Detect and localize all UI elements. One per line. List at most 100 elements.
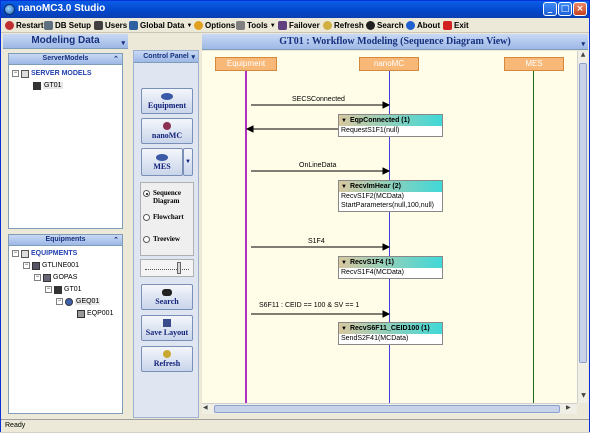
app-icon — [4, 4, 15, 15]
users-icon — [94, 21, 103, 30]
collapse-toggle-icon[interactable]: − — [45, 286, 52, 293]
activity-line: StartParameters(null,100,null) — [341, 202, 434, 209]
equipment-icon — [77, 309, 85, 318]
pin-icon[interactable]: ▾ — [191, 52, 195, 63]
server-models-panel: ServerModels ⌃ − SERVER MODELS GT01 — [8, 53, 123, 229]
status-bar: Ready — [1, 419, 589, 432]
flowchart-radio[interactable]: Flowchart — [143, 213, 184, 221]
refresh-panel-button[interactable]: Refresh — [141, 346, 193, 372]
activity-box[interactable]: ▼ RecvS1F4 (1) RecvS1F4(MCData) — [338, 256, 443, 279]
horizontal-scrollbar[interactable]: ◀ ▶ — [202, 403, 577, 414]
zoom-slider[interactable] — [140, 259, 194, 277]
nanomc-icon — [163, 122, 171, 130]
collapse-toggle-icon[interactable]: − — [12, 70, 19, 77]
options-button[interactable]: Options — [194, 19, 235, 32]
collapse-toggle-icon[interactable]: − — [12, 250, 19, 257]
exit-button[interactable]: Exit — [443, 19, 469, 32]
lifeline-header-equipment[interactable]: Equipment — [215, 57, 277, 71]
message-label: S6F11 : CEID == 100 & SV == 1 — [259, 302, 360, 309]
scroll-up-icon[interactable]: ▲ — [578, 51, 588, 61]
radio-icon — [143, 236, 150, 243]
minimize-button[interactable]: _ — [543, 2, 557, 16]
pin-icon[interactable]: ▾ — [121, 37, 125, 51]
tree-node-server-models[interactable]: − SERVER MODELS — [12, 68, 92, 79]
global-data-icon — [129, 21, 138, 30]
collapse-toggle-icon[interactable]: − — [34, 274, 41, 281]
message-label: S1F4 — [308, 238, 325, 245]
sequence-diagram-radio[interactable]: Sequence Diagram — [143, 189, 181, 205]
collapse-triangle-icon[interactable]: ▼ — [341, 260, 347, 266]
scroll-thumb-h[interactable] — [214, 405, 560, 413]
modeling-data-header: Modeling Data ▾ — [3, 34, 128, 49]
collapse-icon[interactable]: ⌃ — [113, 236, 119, 246]
collapse-triangle-icon[interactable]: ▼ — [341, 118, 347, 124]
global-data-menu[interactable]: Global Data ▼ — [129, 19, 192, 32]
radio-selected-icon — [143, 190, 150, 197]
close-button[interactable]: × — [573, 2, 587, 16]
vertical-scrollbar[interactable]: ▲ ▼ — [577, 51, 588, 403]
save-layout-button[interactable]: Save Layout — [141, 315, 193, 341]
tree-node-gtline001[interactable]: − GTLINE001 — [23, 260, 79, 271]
activity-box[interactable]: ▼ EqpConnected (1) RequestS1F1(null) — [338, 114, 443, 137]
tree-node-gt01-equip[interactable]: − GT01 — [45, 284, 82, 295]
server-models-header: ServerModels ⌃ — [9, 54, 122, 65]
collapse-triangle-icon[interactable]: ▼ — [341, 184, 347, 190]
maximize-button[interactable]: □ — [558, 2, 572, 16]
equipments-panel: Equipments ⌃ − EQUIPMENTS − GTLINE001 − … — [8, 234, 123, 414]
tools-menu[interactable]: Tools ▼ — [236, 19, 276, 32]
tree-node-equipments[interactable]: − EQUIPMENTS — [12, 248, 77, 259]
radio-icon — [143, 214, 150, 221]
window-title: nanoMC3.0 Studio — [18, 3, 106, 14]
model-icon — [33, 81, 41, 90]
tools-icon — [236, 21, 245, 30]
chevron-down-icon: ▼ — [269, 22, 276, 29]
scroll-left-icon[interactable]: ◀ — [203, 404, 213, 411]
restart-icon — [5, 21, 14, 30]
chevron-down-icon: ▼ — [185, 159, 191, 165]
nanomc-button[interactable]: nanoMC — [141, 118, 193, 144]
activity-box[interactable]: ▼ RecvImHear (2) RecvS1F2(MCData) StartPa… — [338, 180, 443, 212]
tree-node-geq01[interactable]: − GEQ01 — [56, 296, 101, 307]
folder-icon — [21, 249, 29, 258]
lifeline-header-mes[interactable]: MES — [504, 57, 564, 71]
scroll-down-icon[interactable]: ▼ — [578, 392, 589, 402]
slider-thumb[interactable] — [177, 262, 181, 274]
about-button[interactable]: About — [406, 19, 440, 32]
status-text: Ready — [5, 422, 26, 429]
search-panel-button[interactable]: Search — [141, 284, 193, 310]
scroll-thumb[interactable] — [579, 63, 587, 363]
model-icon — [54, 285, 62, 294]
about-icon — [406, 21, 415, 30]
scroll-right-icon[interactable]: ▶ — [566, 404, 576, 411]
restart-button[interactable]: Restart — [5, 19, 44, 32]
tree-node-eqp001[interactable]: EQP001 — [77, 308, 113, 319]
main-toolbar: Restart DB Setup Users Global Data ▼ Opti… — [1, 18, 589, 33]
users-button[interactable]: Users — [94, 19, 127, 32]
activity-line: RecvS1F4(MCData) — [341, 269, 405, 276]
pin-icon[interactable]: ▾ — [581, 37, 585, 52]
activity-box[interactable]: ▼ RecvS6F11_CEID100 (1) SendS2F41(MCData) — [338, 322, 443, 345]
activity-line: RecvS1F2(MCData) — [341, 193, 405, 200]
refresh-icon — [323, 21, 332, 30]
treeview-radio[interactable]: Treeview — [143, 235, 180, 243]
lifeline-equipment — [245, 71, 247, 403]
collapse-toggle-icon[interactable]: − — [23, 262, 30, 269]
lifeline-header-nanomc[interactable]: nanoMC — [359, 57, 419, 71]
collapse-triangle-icon[interactable]: ▼ — [341, 326, 347, 332]
collapse-icon[interactable]: ⌃ — [113, 55, 119, 65]
refresh-button[interactable]: Refresh — [323, 19, 364, 32]
refresh-icon — [163, 350, 171, 358]
equipment-icon — [161, 92, 173, 100]
collapse-toggle-icon[interactable]: − — [56, 298, 63, 305]
title-bar: nanoMC3.0 Studio _ □ × — [1, 1, 589, 18]
mes-button[interactable]: MES — [141, 148, 183, 176]
db-setup-button[interactable]: DB Setup — [44, 19, 91, 32]
mes-dropdown-button[interactable]: ▼ — [183, 148, 193, 176]
tree-node-gt01[interactable]: GT01 — [33, 80, 63, 91]
message-label: OnLineData — [299, 162, 337, 169]
lifeline-mes — [533, 71, 534, 403]
tree-node-gopas[interactable]: − GOPAS — [34, 272, 77, 283]
search-button[interactable]: Search — [366, 19, 404, 32]
equipment-button[interactable]: Equipment — [141, 88, 193, 114]
failover-button[interactable]: Failover — [278, 19, 320, 32]
